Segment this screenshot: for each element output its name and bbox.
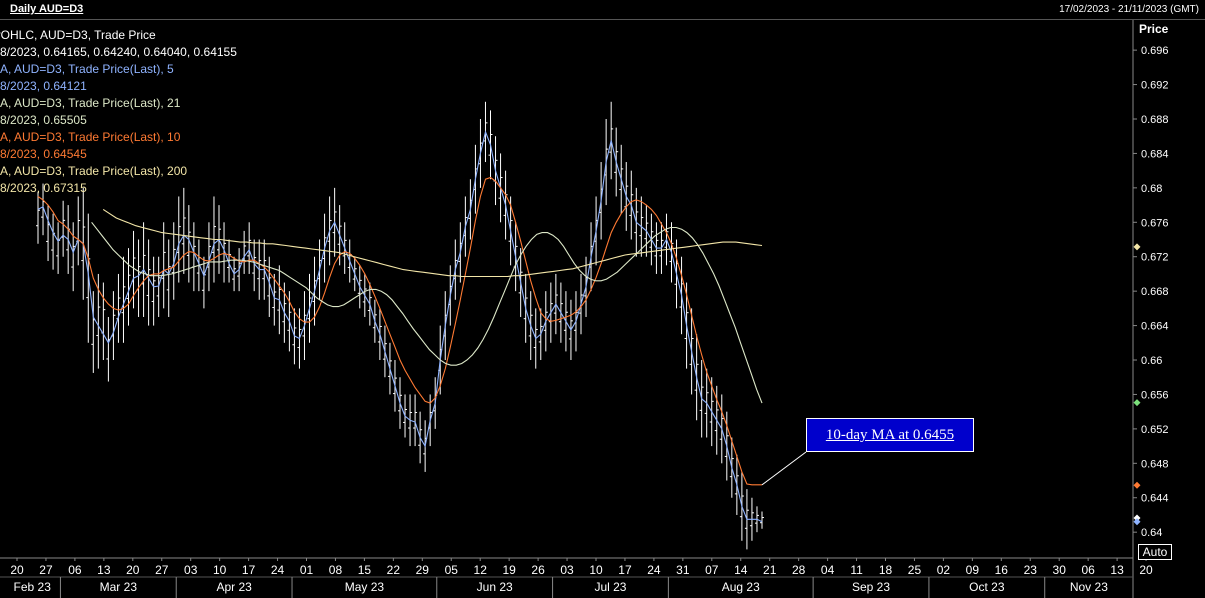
callout-line	[761, 451, 807, 486]
x-day-label: 09	[966, 563, 980, 577]
last-value-marker	[1133, 481, 1141, 489]
ma-line-ma-200	[102, 208, 763, 278]
last-value-markers	[1133, 243, 1141, 526]
last-value-marker	[1133, 518, 1141, 526]
x-day-label: 11	[850, 563, 863, 577]
y-tick-label: 0.652	[1141, 424, 1169, 436]
legend-row: MA, AUD=D3, Trade Price(Last), 5	[0, 62, 174, 76]
x-day-label: 27	[155, 563, 169, 577]
legend-row: /08/2023, 0.65505	[0, 113, 87, 127]
x-day-label: 06	[1081, 563, 1095, 577]
x-month-label: Oct 23	[969, 580, 1005, 594]
legend-row: MA, AUD=D3, Trade Price(Last), 10	[0, 130, 181, 144]
x-day-label: 20	[1139, 563, 1153, 577]
x-day-label: 17	[618, 563, 632, 577]
y-axis: Price 0.696 0.692 0.688 0.684 0.68 0.676 0.672 0…	[1133, 22, 1169, 539]
x-day-label: 29	[416, 563, 430, 577]
x-day-label: 24	[271, 563, 285, 577]
last-value-marker	[1133, 243, 1141, 251]
y-tick-label: 0.66	[1141, 355, 1162, 367]
x-day-label: 10	[589, 563, 603, 577]
ma-line-ma-10	[37, 176, 762, 486]
x-day-label: 13	[97, 563, 111, 577]
x-day-label: 06	[68, 563, 82, 577]
y-tick-label: 0.672	[1141, 252, 1169, 264]
y-axis-label: Price	[1139, 22, 1169, 36]
x-day-label: 30	[1053, 563, 1067, 577]
legend-row: MA, AUD=D3, Trade Price(Last), 21	[0, 96, 181, 110]
y-tick-label: 0.668	[1141, 286, 1169, 298]
x-day-label: 27	[39, 563, 53, 577]
x-day-label: 20	[10, 563, 24, 577]
y-tick-label: 0.68	[1141, 183, 1162, 195]
x-day-label: 05	[445, 563, 459, 577]
y-tick-label: 0.644	[1141, 493, 1169, 505]
x-day-label: 25	[908, 563, 922, 577]
x-day-label: 14	[734, 563, 748, 577]
x-day-label: 15	[358, 563, 372, 577]
x-day-label: 04	[821, 563, 835, 577]
auto-scale-button[interactable]: Auto	[1138, 544, 1172, 560]
x-day-label: 13	[1110, 563, 1124, 577]
x-day-label: 12	[474, 563, 488, 577]
last-value-marker	[1133, 399, 1141, 407]
y-tick-label: 0.648	[1141, 458, 1169, 470]
x-day-label: 02	[937, 563, 951, 577]
y-tick-label: 0.656	[1141, 389, 1169, 401]
legend-row: MA, AUD=D3, Trade Price(Last), 200	[0, 164, 188, 178]
y-tick-label: 0.688	[1141, 114, 1169, 126]
x-month-label: Nov 23	[1070, 580, 1108, 594]
legend-row: /08/2023, 0.67315	[0, 181, 87, 195]
x-day-label: 19	[502, 563, 516, 577]
x-day-label: 24	[647, 563, 661, 577]
y-tick-label: 0.696	[1141, 45, 1169, 57]
x-day-label: 23	[1024, 563, 1038, 577]
x-day-label: 03	[184, 563, 198, 577]
x-month-label: Aug 23	[722, 580, 760, 594]
x-month-label: Mar 23	[100, 580, 138, 594]
legend-row: /08/2023, 0.64121	[0, 79, 87, 93]
x-month-label: Apr 23	[216, 580, 252, 594]
y-tick-label: 0.676	[1141, 217, 1169, 229]
y-tick-label: 0.664	[1141, 321, 1169, 333]
x-day-label: 21	[763, 563, 777, 577]
x-month-label: Sep 23	[852, 580, 890, 594]
x-axis: 20 27 06 13 20 27 03 10 17 24 01 08 15 22 29 05 12 19 26 03…	[10, 558, 1153, 598]
legend-row: /08/2023, 0.64165, 0.64240, 0.64040, 0.6…	[0, 45, 237, 59]
y-tick-label: 0.692	[1141, 80, 1169, 92]
x-day-label: 10	[213, 563, 227, 577]
x-day-label: 22	[387, 563, 401, 577]
callout-leader-line	[761, 451, 807, 486]
x-day-label: 01	[300, 563, 314, 577]
x-month-label: Jul 23	[594, 580, 626, 594]
x-month-label: Feb 23	[14, 580, 52, 594]
y-tick-label: 0.684	[1141, 148, 1169, 160]
x-day-label: 17	[242, 563, 256, 577]
chart-legend: arOHLC, AUD=D3, Trade Price/08/2023, 0.6…	[0, 27, 260, 202]
y-tick-label: 0.64	[1141, 527, 1162, 539]
x-day-label: 07	[705, 563, 719, 577]
x-month-label: Jun 23	[477, 580, 513, 594]
x-day-label: 26	[531, 563, 545, 577]
x-month-label: May 23	[345, 580, 385, 594]
ma10-callout[interactable]: 10-day MA at 0.6455	[806, 418, 974, 452]
legend-row: arOHLC, AUD=D3, Trade Price	[0, 28, 156, 42]
x-day-label: 03	[560, 563, 574, 577]
x-day-label: 28	[792, 563, 806, 577]
x-day-label: 16	[995, 563, 1009, 577]
x-day-label: 08	[329, 563, 343, 577]
x-day-label: 18	[879, 563, 893, 577]
legend-row: /08/2023, 0.64545	[0, 147, 87, 161]
x-day-label: 31	[676, 563, 690, 577]
x-day-label: 20	[126, 563, 140, 577]
